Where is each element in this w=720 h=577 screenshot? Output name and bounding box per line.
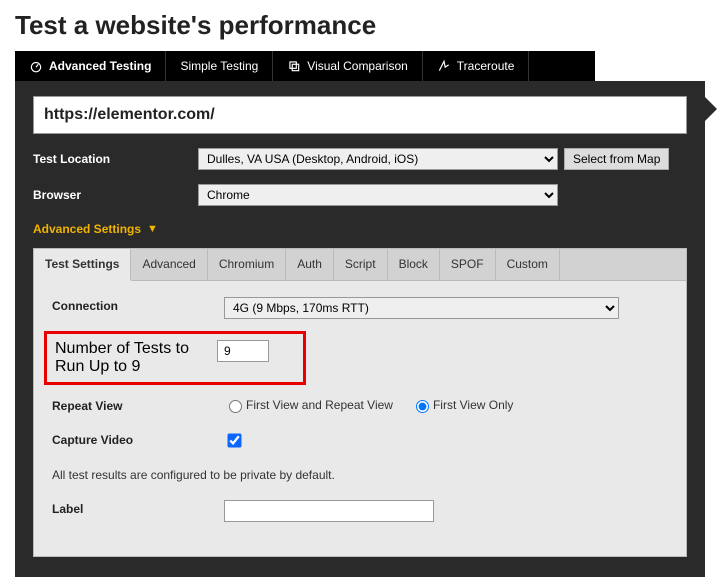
location-label: Test Location <box>33 152 198 166</box>
url-input[interactable] <box>33 96 687 134</box>
browser-label: Browser <box>33 188 198 202</box>
tab-label: Traceroute <box>457 59 515 73</box>
tab-visual-comparison[interactable]: Visual Comparison <box>273 51 423 81</box>
subtab-auth[interactable]: Auth <box>286 249 334 280</box>
tab-traceroute[interactable]: Traceroute <box>423 51 530 81</box>
private-note: All test results are configured to be pr… <box>52 468 668 482</box>
copy-icon <box>287 59 301 73</box>
num-tests-input[interactable] <box>217 340 269 362</box>
advanced-settings-label: Advanced Settings <box>33 222 141 236</box>
label-field-label: Label <box>52 500 224 516</box>
select-from-map-button[interactable]: Select from Map <box>564 148 669 170</box>
num-tests-label: Number of Tests to Run Up to 9 <box>55 340 217 376</box>
tab-label: Simple Testing <box>180 59 258 73</box>
subtab-custom[interactable]: Custom <box>496 249 560 280</box>
repeat-view-label: Repeat View <box>52 397 224 413</box>
settings-body: Connection 4G (9 Mbps, 170ms RTT) Number… <box>34 281 686 556</box>
connection-select[interactable]: 4G (9 Mbps, 170ms RTT) <box>224 297 619 319</box>
repeat-view-group: First View and Repeat View First View On… <box>224 397 527 413</box>
triangle-down-icon: ▼ <box>147 223 158 235</box>
label-input[interactable] <box>224 500 434 522</box>
repeat-view-both-radio[interactable] <box>229 400 242 413</box>
repeat-view-both-option[interactable]: First View and Repeat View <box>224 397 393 413</box>
subtab-advanced[interactable]: Advanced <box>131 249 207 280</box>
tab-advanced-testing[interactable]: Advanced Testing <box>15 51 166 81</box>
gauge-icon <box>29 59 43 73</box>
sub-tabs: Test Settings Advanced Chromium Auth Scr… <box>34 249 686 281</box>
top-tabs: Advanced Testing Simple Testing Visual C… <box>15 51 595 81</box>
tab-label: Visual Comparison <box>307 59 408 73</box>
connection-label: Connection <box>52 297 224 313</box>
panel-arrow-icon <box>705 97 717 121</box>
capture-video-checkbox[interactable] <box>227 433 241 447</box>
repeat-view-first-radio[interactable] <box>416 400 429 413</box>
tab-simple-testing[interactable]: Simple Testing <box>166 51 273 81</box>
browser-select[interactable]: Chrome <box>198 184 558 206</box>
subtab-test-settings[interactable]: Test Settings <box>34 249 131 281</box>
num-tests-hint: Up to 9 <box>89 358 141 375</box>
settings-box: Test Settings Advanced Chromium Auth Scr… <box>33 248 687 557</box>
tab-label: Advanced Testing <box>49 59 151 73</box>
location-select[interactable]: Dulles, VA USA (Desktop, Android, iOS) <box>198 148 558 170</box>
subtab-spof[interactable]: SPOF <box>440 249 496 280</box>
subtab-chromium[interactable]: Chromium <box>208 249 286 280</box>
route-icon <box>437 59 451 73</box>
subtab-script[interactable]: Script <box>334 249 388 280</box>
test-panel: Test Location Dulles, VA USA (Desktop, A… <box>15 81 705 577</box>
subtab-block[interactable]: Block <box>388 249 440 280</box>
num-tests-highlight: Number of Tests to Run Up to 9 <box>44 331 306 385</box>
advanced-settings-toggle[interactable]: Advanced Settings ▼ <box>33 222 158 236</box>
page-title: Test a website's performance <box>15 10 720 41</box>
capture-video-label: Capture Video <box>52 431 224 447</box>
repeat-view-first-option[interactable]: First View Only <box>411 397 513 413</box>
